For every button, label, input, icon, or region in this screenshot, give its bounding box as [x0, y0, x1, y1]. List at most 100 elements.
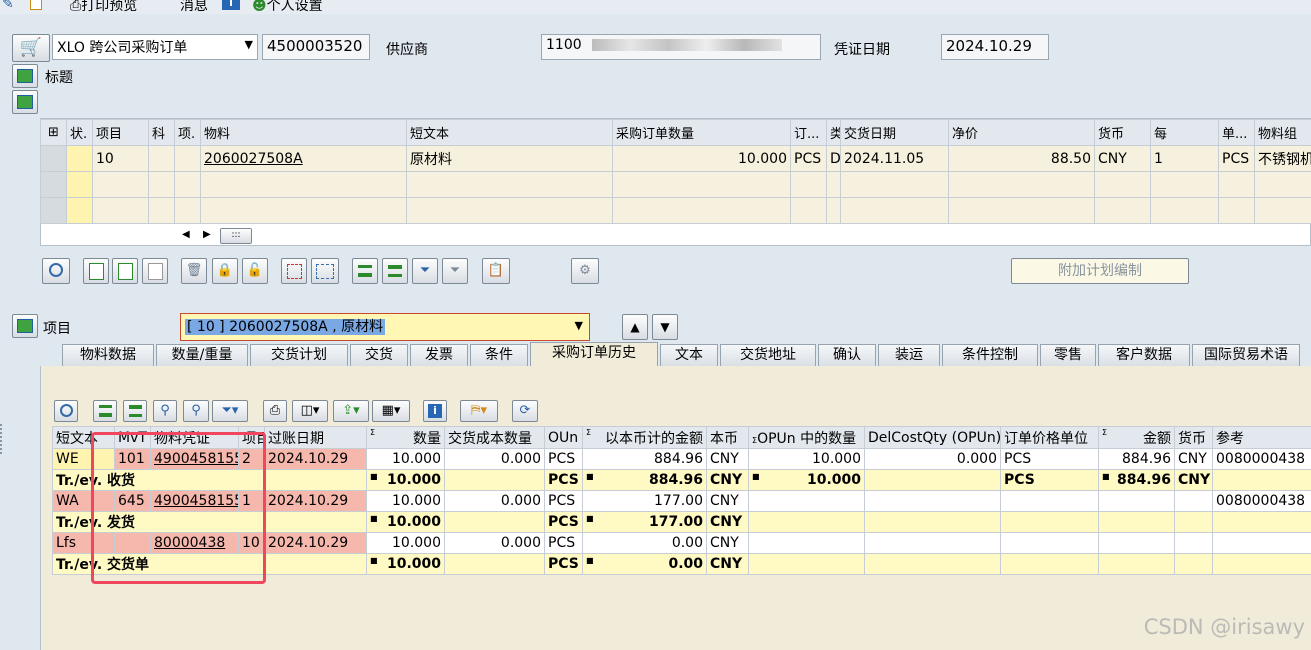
col-material[interactable]: 物料 [200, 119, 407, 146]
tab-confirmations[interactable]: 确认 [818, 344, 876, 366]
scroll-left-icon[interactable]: ◀ [182, 229, 190, 240]
table-row[interactable] [40, 197, 1311, 224]
col-type[interactable]: 类 [826, 119, 841, 146]
col-order-unit[interactable]: 订... [790, 119, 827, 146]
tab-delivery-schedule[interactable]: 交货计划 [250, 344, 348, 366]
copy-item-button[interactable] [83, 258, 109, 284]
col-account[interactable]: 科 [148, 119, 175, 146]
alv-sort-desc-button[interactable] [123, 400, 147, 422]
next-item-button[interactable]: ▼ [652, 314, 678, 340]
document-date-field[interactable]: 2024.10.29 [941, 34, 1049, 60]
paste-item-button[interactable] [112, 258, 138, 284]
splitter-grip[interactable] [0, 424, 6, 454]
col-posting-date[interactable]: 过账日期 [264, 426, 367, 449]
alv-layout-button[interactable]: ▦▾ [372, 400, 410, 422]
col-delivery-date[interactable]: 交货日期 [840, 119, 949, 146]
horizontal-scrollbar[interactable]: ::: [220, 228, 252, 244]
alv-choose-button[interactable]: ⛿▾ [460, 400, 498, 422]
expand-title-button[interactable] [12, 64, 38, 88]
settings-button[interactable]: 📋 [482, 258, 510, 284]
status-cell[interactable] [66, 145, 93, 172]
tab-text[interactable]: 文本 [660, 344, 718, 366]
col-reference[interactable]: 参考 [1212, 426, 1311, 449]
material-link[interactable]: 2060027508A [200, 145, 407, 172]
col-price-unit[interactable]: 单... [1218, 119, 1255, 146]
lock-item-button[interactable]: 🔒 [212, 258, 238, 284]
delivery-date-cell[interactable]: 2024.11.05 [840, 145, 949, 172]
currency-cell[interactable]: CNY [1094, 145, 1151, 172]
scroll-right-icon[interactable]: ▶ [203, 229, 211, 240]
default-values-button[interactable]: ⚙ [571, 258, 599, 284]
tab-delivery-address[interactable]: 交货地址 [720, 344, 816, 366]
col-delcostqty-opun[interactable]: DelCostQty (OPUn) [864, 426, 1001, 449]
alv-filter-button[interactable]: ⏷▾ [212, 400, 248, 422]
col-short-text[interactable]: 短文本 [406, 119, 613, 146]
unlock-item-button[interactable]: 🔓 [242, 258, 268, 284]
per-cell[interactable]: 1 [1150, 145, 1219, 172]
col-opun-qty[interactable]: ΣOPUn 中的数量 [748, 426, 865, 449]
collapse-item-detail-button[interactable] [12, 314, 38, 338]
filter-button[interactable]: ⏷ [412, 258, 438, 284]
sort-descending-button[interactable] [382, 258, 408, 284]
row-selector[interactable] [40, 145, 67, 172]
net-price-cell[interactable]: 88.50 [948, 145, 1095, 172]
personal-settings-button[interactable]: ☻个人设置 [252, 0, 323, 15]
alv-views-button[interactable]: ◫▾ [292, 400, 328, 422]
alv-find-button[interactable]: ⚲ [153, 400, 177, 422]
col-item-cat[interactable]: 项. [174, 119, 201, 146]
alv-details-button[interactable] [54, 400, 78, 422]
tab-quantity-weight[interactable]: 数量/重量 [156, 344, 248, 366]
alv-sort-asc-button[interactable] [93, 400, 117, 422]
tab-invoice[interactable]: 发票 [410, 344, 468, 366]
col-delcost-qty[interactable]: 交货成本数量 [444, 426, 545, 449]
vendor-field[interactable]: 1100 [541, 34, 821, 60]
col-currency[interactable]: 货币 [1094, 119, 1151, 146]
col-amount[interactable]: Σ 金额 [1098, 426, 1175, 449]
tab-customer-data[interactable]: 客户数据 [1098, 344, 1190, 366]
delete-item-button[interactable]: 🗑 [181, 258, 207, 284]
col-material-group[interactable]: 物料组 [1254, 119, 1311, 146]
type-cell[interactable]: D [826, 145, 841, 172]
document-type-select[interactable]: XLO 跨公司采购订单 ▼ [52, 34, 258, 60]
tab-retail[interactable]: 零售 [1040, 344, 1096, 366]
additional-planning-button[interactable]: 附加计划编制 [1011, 258, 1189, 284]
tab-delivery[interactable]: 交货 [350, 344, 408, 366]
tab-conditions[interactable]: 条件 [470, 344, 528, 366]
previous-item-button[interactable]: ▲ [622, 314, 648, 340]
sort-ascending-button[interactable] [352, 258, 378, 284]
alv-find-next-button[interactable]: ⚲ [183, 400, 209, 422]
tab-condition-control[interactable]: 条件控制 [942, 344, 1038, 366]
insert-item-button[interactable] [142, 258, 168, 284]
col-net-price[interactable]: 净价 [948, 119, 1095, 146]
item-cell[interactable]: 10 [92, 145, 149, 172]
po-qty-cell[interactable]: 10.000 [612, 145, 791, 172]
table-row[interactable]: 10 2060027508A 原材料 10.000 PCS D 2024.11.… [40, 145, 1311, 172]
col-oun[interactable]: OUn [544, 426, 583, 449]
tab-po-history[interactable]: 采购订单历史 [530, 342, 658, 366]
messages-button[interactable]: 消息 [180, 0, 208, 15]
collapse-items-button[interactable] [12, 90, 38, 114]
col-status[interactable]: 状. [66, 119, 93, 146]
col-local-currency[interactable]: 本币 [706, 426, 749, 449]
tab-material-data[interactable]: 物料数据 [62, 344, 154, 366]
alv-info-button[interactable]: i [423, 400, 447, 422]
col-per[interactable]: 每 [1150, 119, 1219, 146]
alv-export-button[interactable]: ⇪▾ [333, 400, 369, 422]
select-block-button[interactable] [281, 258, 307, 284]
print-preview-button[interactable]: ⎙打印预览 [70, 0, 137, 15]
col-amount-lc[interactable]: Σ 以本币计的金额 [582, 426, 707, 449]
cart-button[interactable]: 🛒 [12, 34, 50, 62]
alv-print-button[interactable]: ⎙ [263, 400, 287, 422]
pen-icon[interactable]: ✎ [2, 0, 14, 12]
col-item[interactable]: 项目 [92, 119, 149, 146]
select-all-button[interactable] [311, 258, 339, 284]
po-number-field[interactable]: 4500003520 [262, 34, 370, 60]
tab-shipping[interactable]: 装运 [878, 344, 940, 366]
layout-icon[interactable]: ⊞ [40, 119, 67, 146]
col-order-price-unit[interactable]: 订单价格单位 [1000, 426, 1099, 449]
alv-refresh-button[interactable]: ⟳ [512, 400, 538, 422]
col-currency[interactable]: 货币 [1174, 426, 1213, 449]
item-select[interactable]: [ 10 ] 2060027508A , 原材料 ▼ [180, 313, 590, 341]
details-button[interactable] [42, 258, 70, 284]
short-text-cell[interactable]: 原材料 [406, 145, 613, 172]
